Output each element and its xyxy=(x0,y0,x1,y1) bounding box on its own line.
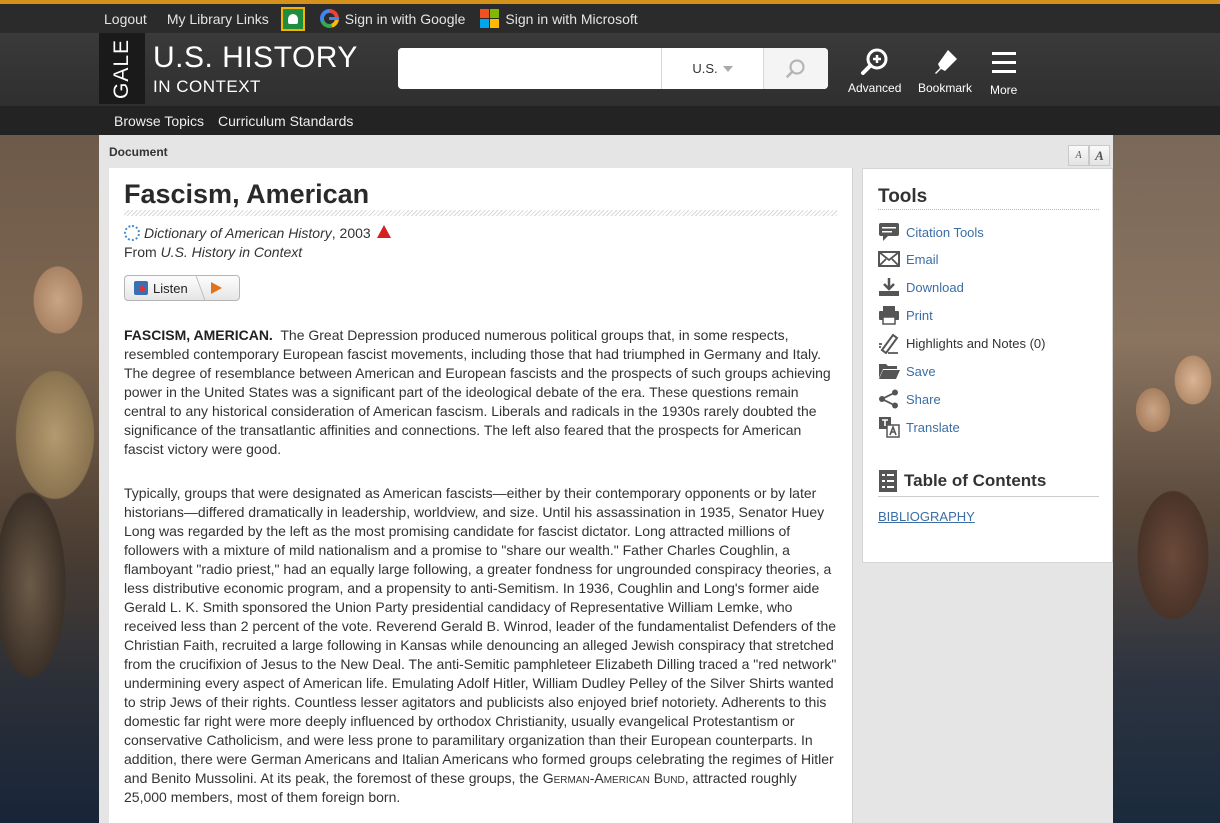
speaker-icon xyxy=(134,281,148,295)
highlights-notes-link[interactable]: Highlights and Notes (0) xyxy=(878,333,1045,354)
product-subtitle[interactable]: IN CONTEXT xyxy=(153,77,261,97)
play-icon[interactable] xyxy=(210,282,222,294)
entry-headword: FASCISM, AMERICAN. xyxy=(124,327,273,343)
toc-divider xyxy=(878,496,1099,497)
advanced-search-button[interactable]: Advanced xyxy=(848,47,901,95)
print-link[interactable]: Print xyxy=(878,305,933,325)
chevron-down-icon xyxy=(722,65,733,72)
tools-title: Tools xyxy=(878,186,928,207)
logout-link[interactable]: Logout xyxy=(104,11,147,27)
table-of-contents-icon xyxy=(879,470,897,492)
google-classroom-icon[interactable] xyxy=(280,6,305,31)
font-size-controls: A A xyxy=(1068,145,1110,166)
google-icon xyxy=(319,9,339,28)
article-panel: Fascism, American Dictionary of American… xyxy=(109,168,853,823)
document-label: Document xyxy=(109,145,168,159)
secondary-nav: Browse Topics Curriculum Standards xyxy=(0,106,1220,135)
listen-button[interactable]: Listen xyxy=(124,275,240,301)
top-bar: Logout My Library Links Sign in with Goo… xyxy=(0,0,1220,33)
article-paragraph: FASCISM, AMERICAN. The Great Depression … xyxy=(124,327,831,457)
more-menu-button[interactable]: More xyxy=(990,47,1017,97)
product-title[interactable]: U.S. HISTORY xyxy=(153,41,358,75)
button-divider xyxy=(194,275,206,301)
highlight-icon xyxy=(878,333,900,354)
increase-font-button[interactable]: A xyxy=(1089,145,1110,166)
curriculum-standards-link[interactable]: Curriculum Standards xyxy=(218,113,353,129)
bookmark-icon xyxy=(935,50,958,74)
save-link[interactable]: Save xyxy=(878,361,936,381)
loading-spinner-icon xyxy=(124,225,140,241)
search-input[interactable] xyxy=(398,48,661,89)
source-title: Dictionary of American History xyxy=(144,225,332,241)
main-content: Document A A Fascism, American Dictionar… xyxy=(99,135,1113,823)
search-bar: U.S. xyxy=(398,48,828,89)
folder-icon xyxy=(878,361,900,381)
article-paragraph: Typically, groups that were designated a… xyxy=(124,485,837,805)
citation-icon xyxy=(878,222,900,242)
gale-logo[interactable]: GALE xyxy=(99,33,145,104)
toc-bibliography-link[interactable]: BIBLIOGRAPHY xyxy=(878,509,975,524)
alert-triangle-icon[interactable] xyxy=(376,224,391,238)
from-source: U.S. History in Context xyxy=(160,244,303,260)
bookmark-button[interactable]: Bookmark xyxy=(918,47,972,95)
microsoft-signin-link[interactable]: Sign in with Microsoft xyxy=(505,11,637,27)
browse-topics-link[interactable]: Browse Topics xyxy=(114,113,204,129)
article-title: Fascism, American xyxy=(124,179,370,209)
advanced-search-icon xyxy=(860,48,888,75)
toc-title: Table of Contents xyxy=(878,469,1046,493)
search-scope-dropdown[interactable]: U.S. xyxy=(661,48,763,89)
hamburger-menu-icon xyxy=(991,52,1016,73)
tools-divider xyxy=(878,209,1099,210)
email-link[interactable]: Email xyxy=(878,249,939,269)
tools-panel: Tools Citation Tools Email Download Prin… xyxy=(862,168,1113,563)
source-year: , 2003 xyxy=(331,225,371,241)
translate-link[interactable]: Translate xyxy=(878,417,960,438)
from-line: From U.S. History in Context xyxy=(124,244,303,260)
translate-icon xyxy=(878,417,900,438)
search-icon xyxy=(786,58,805,78)
my-library-links[interactable]: My Library Links xyxy=(167,11,269,27)
download-link[interactable]: Download xyxy=(878,277,964,297)
citation-tools-link[interactable]: Citation Tools xyxy=(878,222,984,242)
decrease-font-button[interactable]: A xyxy=(1068,145,1089,166)
download-icon xyxy=(878,277,900,297)
microsoft-icon xyxy=(480,9,500,28)
share-link[interactable]: Share xyxy=(878,389,941,409)
email-icon xyxy=(878,249,900,269)
share-icon xyxy=(878,389,900,409)
header: GALE U.S. HISTORY IN CONTEXT U.S. Advanc… xyxy=(0,33,1220,106)
background-painting-right xyxy=(1113,135,1220,823)
google-signin-link[interactable]: Sign in with Google xyxy=(345,11,466,27)
search-button[interactable] xyxy=(763,48,828,89)
print-icon xyxy=(878,305,900,325)
source-citation: Dictionary of American History, 2003 xyxy=(124,224,391,241)
background-painting-left xyxy=(0,135,99,823)
small-caps-term: German-American Bund xyxy=(542,770,685,786)
title-divider xyxy=(124,210,837,216)
